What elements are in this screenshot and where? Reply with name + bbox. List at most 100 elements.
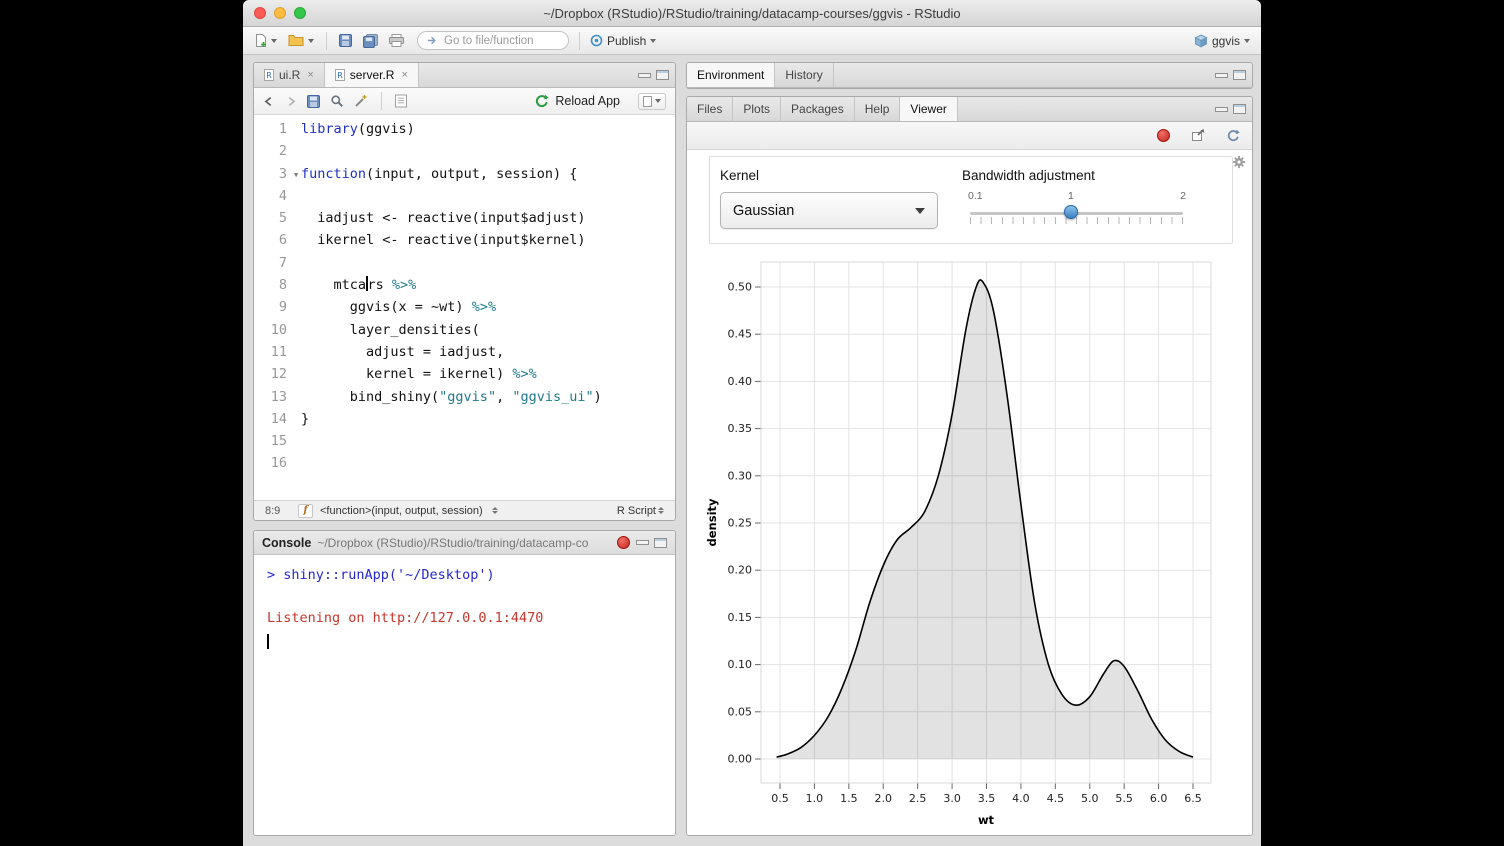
dropdown-caret-icon	[271, 39, 277, 43]
svg-text:2.5: 2.5	[909, 792, 927, 805]
close-tab-icon[interactable]: ×	[307, 69, 313, 81]
console-header: Console ~/Dropbox (RStudio)/RStudio/trai…	[254, 531, 675, 555]
maximize-pane-icon[interactable]	[1233, 104, 1246, 114]
dropdown-caret-icon	[308, 39, 314, 43]
project-menu-button[interactable]: ggvis	[1194, 34, 1250, 48]
tab-environment[interactable]: Environment	[687, 63, 775, 87]
code-line: 12 kernel = ikernel) %>%	[254, 363, 675, 385]
r-file-icon: R	[264, 69, 274, 81]
console-working-directory: ~/Dropbox (RStudio)/RStudio/training/dat…	[317, 536, 611, 550]
save-button[interactable]	[337, 32, 354, 49]
minimize-window-button[interactable]	[274, 7, 286, 19]
open-file-button[interactable]	[286, 32, 316, 49]
code-line: 4	[254, 185, 675, 207]
minimize-pane-icon[interactable]	[1215, 107, 1228, 112]
code-line: 6 ikernel <- reactive(input$kernel)	[254, 229, 675, 251]
code-line: 15	[254, 430, 675, 452]
maximize-pane-icon[interactable]	[656, 70, 669, 80]
tab-files[interactable]: Files	[687, 97, 733, 121]
reload-app-button[interactable]: Reload App	[534, 94, 620, 109]
zoom-window-button[interactable]	[294, 7, 306, 19]
svg-text:0.50: 0.50	[728, 281, 753, 294]
console-line	[267, 587, 675, 609]
tab-packages[interactable]: Packages	[781, 97, 855, 121]
environment-pane: Environment History	[686, 62, 1253, 89]
svg-text:1.5: 1.5	[840, 792, 858, 805]
dropdown-caret-icon	[655, 99, 661, 103]
code-line: 14}	[254, 408, 675, 430]
svg-text:4.0: 4.0	[1012, 792, 1030, 805]
environment-tabbar: Environment History	[687, 63, 1252, 88]
svg-text:0.40: 0.40	[728, 375, 753, 388]
publish-button[interactable]: Publish	[590, 34, 656, 48]
compile-notebook-icon[interactable]	[395, 94, 407, 108]
goto-file-input[interactable]: Go to file/function	[417, 31, 569, 50]
tab-label: ui.R	[279, 68, 300, 82]
kernel-select[interactable]: Gaussian	[720, 192, 938, 229]
tab-label: Files	[697, 102, 722, 116]
code-line: 10 layer_densities(	[254, 319, 675, 341]
file-type-label: R Script	[617, 505, 656, 517]
save-icon[interactable]	[307, 95, 320, 108]
settings-gear-icon[interactable]	[1232, 155, 1246, 169]
code-line: 1library(ggvis)	[254, 118, 675, 140]
minimize-pane-icon[interactable]	[636, 540, 649, 545]
kernel-selected-value: Gaussian	[733, 203, 794, 219]
save-icon	[339, 34, 352, 47]
editor-toolbar: Reload App	[254, 88, 675, 115]
tab-ui-r[interactable]: R ui.R ×	[254, 63, 325, 87]
stop-icon[interactable]	[617, 536, 630, 549]
svg-text:6.0: 6.0	[1150, 792, 1168, 805]
svg-text:0.10: 0.10	[728, 658, 753, 671]
titlebar: ~/Dropbox (RStudio)/RStudio/training/dat…	[243, 0, 1261, 27]
bandwidth-slider[interactable]: 0.1 1 2	[970, 190, 1183, 226]
svg-text:0.45: 0.45	[728, 328, 753, 341]
back-icon[interactable]	[263, 95, 275, 108]
code-line: 5 iadjust <- reactive(input$adjust)	[254, 207, 675, 229]
new-file-button[interactable]	[252, 31, 279, 50]
tab-plots[interactable]: Plots	[733, 97, 781, 121]
window-title: ~/Dropbox (RStudio)/RStudio/training/dat…	[243, 6, 1261, 21]
save-all-button[interactable]	[361, 32, 380, 50]
maximize-pane-icon[interactable]	[654, 538, 667, 548]
tab-server-r[interactable]: R server.R ×	[325, 63, 419, 87]
tab-history[interactable]: History	[775, 63, 833, 87]
slider-handle[interactable]	[1064, 205, 1078, 219]
density-plot: 0.51.01.52.02.53.03.54.04.55.05.56.06.50…	[701, 246, 1241, 831]
console-output[interactable]: > shiny::runApp('~/Desktop') Listening o…	[254, 556, 675, 835]
refresh-icon[interactable]	[1226, 129, 1240, 143]
close-tab-icon[interactable]: ×	[401, 69, 407, 81]
svg-text:2.0: 2.0	[875, 792, 893, 805]
stop-app-icon[interactable]	[1157, 129, 1170, 142]
svg-text:density: density	[705, 498, 719, 547]
code-tools-wand-icon[interactable]	[354, 94, 368, 108]
tab-label: server.R	[350, 68, 395, 82]
pane-buttons	[636, 538, 667, 548]
code-editor[interactable]: 1library(ggvis)23▼function(input, output…	[254, 116, 675, 500]
svg-text:R: R	[266, 71, 272, 80]
cursor-position: 8:9	[265, 505, 291, 517]
goto-file-placeholder: Go to file/function	[444, 35, 534, 47]
fold-arrow-icon[interactable]: ▼	[294, 164, 298, 186]
close-window-button[interactable]	[254, 7, 266, 19]
find-in-file-icon[interactable]	[330, 94, 344, 108]
minimize-pane-icon[interactable]	[1215, 73, 1228, 78]
run-options-dropdown[interactable]	[638, 93, 666, 110]
open-in-new-window-icon[interactable]	[1191, 129, 1205, 142]
svg-text:1.0: 1.0	[806, 792, 824, 805]
scope-context[interactable]: <function>(input, output, session)	[320, 505, 483, 517]
code-line: 3▼function(input, output, session) {	[254, 163, 675, 185]
code-line: 16	[254, 452, 675, 474]
code-line: 13 bind_shiny("ggvis", "ggvis_ui")	[254, 386, 675, 408]
print-button[interactable]	[387, 32, 406, 49]
tab-help[interactable]: Help	[855, 97, 901, 121]
tab-viewer[interactable]: Viewer	[900, 97, 957, 121]
minimize-pane-icon[interactable]	[638, 73, 651, 78]
bandwidth-control: Bandwidth adjustment 0.1 1 2	[962, 168, 1220, 226]
forward-icon[interactable]	[285, 95, 297, 108]
maximize-pane-icon[interactable]	[1233, 70, 1246, 80]
kernel-label: Kernel	[720, 168, 938, 183]
new-file-icon	[254, 33, 268, 48]
console-title[interactable]: Console	[262, 536, 311, 550]
file-type-menu[interactable]: R Script	[617, 505, 664, 517]
